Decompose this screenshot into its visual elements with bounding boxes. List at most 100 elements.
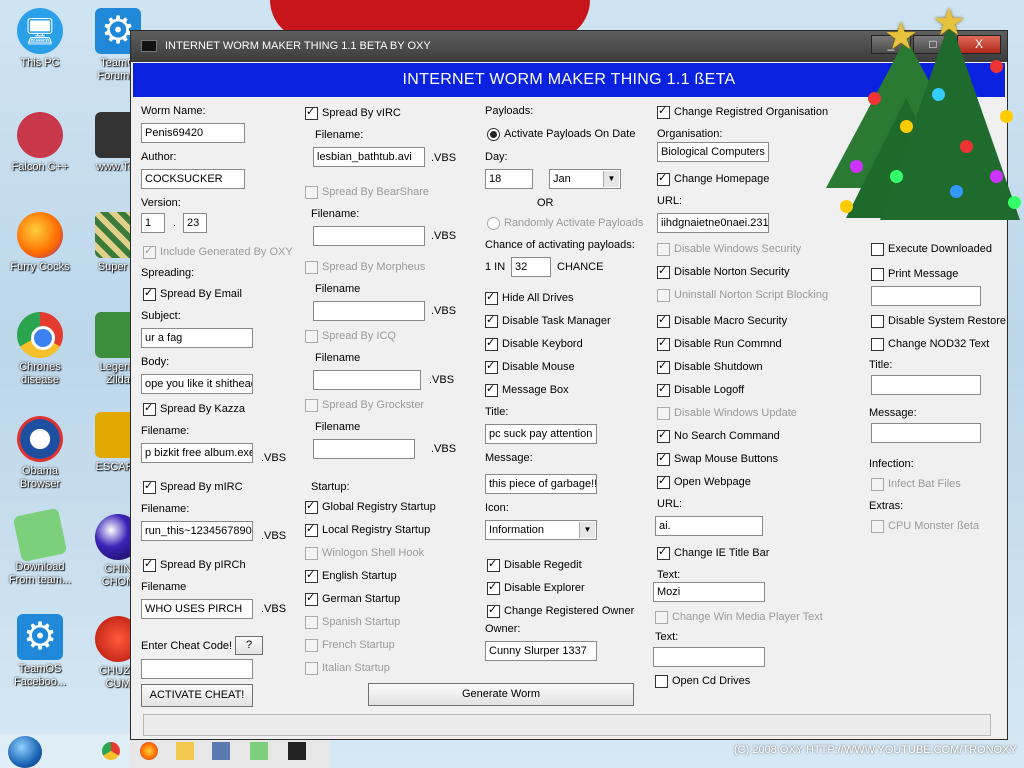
chance-input[interactable]: 32 <box>511 257 551 277</box>
german-startup-checkbox[interactable]: German Startup <box>305 592 400 606</box>
winlogon-checkbox[interactable]: Winlogon Shell Hook <box>305 547 424 560</box>
chrome-taskbar-icon[interactable] <box>102 742 120 760</box>
spread-kazza-checkbox[interactable]: Spread By Kazza <box>143 402 245 416</box>
disable-norton-checkbox[interactable]: Disable Norton Security <box>657 265 790 279</box>
change-ie-title-checkbox[interactable]: Change IE Title Bar <box>657 546 769 560</box>
change-homepage-checkbox[interactable]: Change Homepage <box>657 172 769 186</box>
day-input[interactable]: 18 <box>485 169 533 189</box>
grockster-filename-input[interactable] <box>313 439 415 459</box>
spread-mirc-checkbox[interactable]: Spread By mIRC <box>143 480 243 494</box>
message-box-checkbox[interactable]: Message Box <box>485 383 569 397</box>
swap-mouse-checkbox[interactable]: Swap Mouse Buttons <box>657 452 778 466</box>
worm-maker-taskbar-icon[interactable] <box>288 742 306 760</box>
disable-logoff-checkbox[interactable]: Disable Logoff <box>657 383 744 397</box>
disable-task-manager-checkbox[interactable]: Disable Task Manager <box>485 314 611 328</box>
spread-virc-checkbox[interactable]: Spread By vIRC <box>305 106 401 120</box>
kazza-filename-input[interactable]: p bizkit free album.exe <box>141 443 253 463</box>
pirch-filename-input[interactable]: WHO USES PIRCH <box>141 599 253 619</box>
author-input[interactable]: COCKSUCKER <box>141 169 245 189</box>
spread-grockster-checkbox[interactable]: Spread By Grockster <box>305 399 424 412</box>
french-startup-checkbox[interactable]: French Startup <box>305 639 395 652</box>
disable-run-checkbox[interactable]: Disable Run Commnd <box>657 337 782 351</box>
month-select[interactable]: Jan ▼ <box>549 169 621 189</box>
open-cd-checkbox[interactable]: Open Cd Drives <box>655 675 750 688</box>
disable-explorer-checkbox[interactable]: Disable Explorer <box>487 581 585 595</box>
cheat-help-button[interactable]: ? <box>235 636 263 655</box>
desktop-icon-download[interactable]: Download From team... <box>2 507 78 587</box>
virc-filename-input[interactable]: lesbian_bathtub.avi <box>313 147 425 167</box>
version-minor-input[interactable]: 23 <box>183 213 207 233</box>
disable-shutdown-checkbox[interactable]: Disable Shutdown <box>657 360 763 374</box>
change-nod32-checkbox[interactable]: Change NOD32 Text <box>871 338 989 351</box>
wmp-text-input[interactable] <box>653 647 765 667</box>
version-major-input[interactable]: 1 <box>141 213 165 233</box>
desktop-icon-obama-browser[interactable]: Obama Browser <box>2 416 78 491</box>
spanish-startup-checkbox[interactable]: Spanish Startup <box>305 616 400 629</box>
infect-bat-checkbox[interactable]: Infect Bat Files <box>871 478 961 491</box>
change-owner-checkbox[interactable]: Change Registered Owner <box>487 604 634 618</box>
organisation-input[interactable]: Biological Computers <box>657 142 769 162</box>
spread-pirch-checkbox[interactable]: Spread By pIRCh <box>143 558 246 572</box>
icq-filename-input[interactable] <box>313 370 421 390</box>
disable-macro-checkbox[interactable]: Disable Macro Security <box>657 314 787 328</box>
webpage-url-input[interactable]: ai. <box>655 516 763 536</box>
desktop-icon-teamos-facebook[interactable]: TeamOS Faceboo... <box>2 614 78 689</box>
open-webpage-checkbox[interactable]: Open Webpage <box>657 475 751 489</box>
subject-input[interactable]: ur a fag <box>141 328 253 348</box>
spread-icq-checkbox[interactable]: Spread By ICQ <box>305 330 396 343</box>
desktop-icon-falcon[interactable]: Falcon C++ <box>2 112 78 174</box>
global-registry-checkbox[interactable]: Global Registry Startup <box>305 500 436 514</box>
desktop-icon-this-pc[interactable]: This PC <box>2 8 78 70</box>
spread-email-checkbox[interactable]: Spread By Email <box>143 287 242 301</box>
random-activate-radio[interactable]: Randomly Activate Payloads <box>487 217 643 230</box>
title-label: Title: <box>485 406 509 418</box>
hide-drives-checkbox[interactable]: Hide All Drives <box>485 291 574 305</box>
messagebox-title-input[interactable]: pc suck pay attention <box>485 424 597 444</box>
desktop-icon-label: Obama Browser <box>19 465 61 490</box>
nod32-message-input[interactable] <box>871 423 981 443</box>
worm-name-input[interactable]: Penis69420 <box>141 123 245 143</box>
ie-title-text-input[interactable]: Mozi <box>653 582 765 602</box>
messagebox-message-input[interactable]: this piece of garbage!! <box>485 474 597 494</box>
nod32-title-input[interactable] <box>871 375 981 395</box>
disable-win-security-checkbox[interactable]: Disable Windows Security <box>657 243 801 256</box>
chevron-down-icon: ▼ <box>603 171 619 187</box>
activate-on-date-radio[interactable]: Activate Payloads On Date <box>487 128 635 141</box>
disable-win-update-checkbox[interactable]: Disable Windows Update <box>657 407 797 420</box>
homepage-url-input[interactable]: iihdgnaietne0naei.231 <box>657 213 769 233</box>
owner-input[interactable]: Cunny Slurper 1337 <box>485 641 597 661</box>
body-input[interactable]: ope you like it shithead <box>141 374 253 394</box>
mirc-filename-input[interactable]: run_this~1234567890 <box>141 521 253 541</box>
desktop-icon-chrome[interactable]: Chrones disease <box>2 312 78 387</box>
disable-keyboard-checkbox[interactable]: Disable Keybord <box>485 337 583 351</box>
include-oxy-checkbox[interactable]: Include Generated By OXY <box>143 245 293 259</box>
print-message-checkbox[interactable]: Print Message <box>871 268 958 281</box>
disable-regedit-checkbox[interactable]: Disable Regedit <box>487 558 582 572</box>
no-search-checkbox[interactable]: No Search Command <box>657 429 780 443</box>
notepad-taskbar-icon[interactable] <box>250 742 268 760</box>
icon-select[interactable]: Information ▼ <box>485 520 597 540</box>
change-org-checkbox[interactable]: Change Registred Organisation <box>657 105 828 119</box>
firefox-taskbar-icon[interactable] <box>140 742 158 760</box>
spread-bearshare-checkbox[interactable]: Spread By BearShare <box>305 186 429 199</box>
activate-cheat-button[interactable]: ACTIVATE CHEAT! <box>141 684 253 707</box>
execute-downloaded-checkbox[interactable]: Execute Downloaded <box>871 243 992 256</box>
folder-taskbar-icon[interactable] <box>176 742 194 760</box>
desktop-icon-firefox[interactable]: Furry Cocks <box>2 212 78 274</box>
app-taskbar-icon[interactable] <box>212 742 230 760</box>
generate-worm-button[interactable]: Generate Worm <box>368 683 634 706</box>
change-wmp-text-checkbox[interactable]: Change Win Media Player Text <box>655 611 823 624</box>
disable-mouse-checkbox[interactable]: Disable Mouse <box>485 360 575 374</box>
cpu-monster-checkbox[interactable]: CPU Monster ßeta <box>871 520 979 533</box>
italian-startup-checkbox[interactable]: Italian Startup <box>305 662 390 675</box>
print-message-input[interactable] <box>871 286 981 306</box>
uninstall-norton-checkbox[interactable]: Uninstall Norton Script Blocking <box>657 289 828 302</box>
local-registry-checkbox[interactable]: Local Registry Startup <box>305 523 430 537</box>
bearshare-filename-input[interactable] <box>313 226 425 246</box>
morpheus-filename-input[interactable] <box>313 301 425 321</box>
cheat-code-input[interactable] <box>141 659 253 679</box>
spread-morpheus-checkbox[interactable]: Spread By Morpheus <box>305 261 425 274</box>
disable-restore-checkbox[interactable]: Disable System Restore <box>871 315 1006 328</box>
start-button[interactable] <box>8 736 42 768</box>
english-startup-checkbox[interactable]: English Startup <box>305 569 397 583</box>
